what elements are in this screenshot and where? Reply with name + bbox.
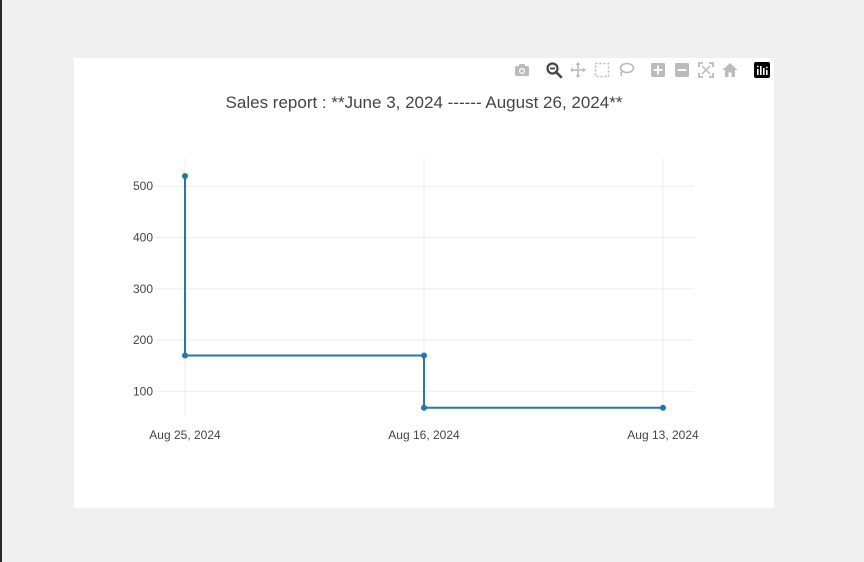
y-tick-label: 400 xyxy=(133,231,153,245)
data-point xyxy=(182,172,188,179)
chart[interactable]: Sales report : **June 3, 2024 ------ Aug… xyxy=(74,58,774,508)
data-point xyxy=(421,352,427,359)
modebar xyxy=(494,61,774,79)
camera-icon[interactable] xyxy=(513,61,531,79)
x-tick-label: Aug 16, 2024 xyxy=(388,428,460,442)
reset-axes-icon[interactable] xyxy=(721,61,739,79)
x-tick-label: Aug 13, 2024 xyxy=(627,428,699,442)
pan-icon[interactable] xyxy=(569,61,587,79)
data-point xyxy=(660,404,666,411)
plot-container: Sales report : **June 3, 2024 ------ Aug… xyxy=(74,58,774,508)
chart-title: Sales report : **June 3, 2024 ------ Aug… xyxy=(226,93,623,112)
plotly-logo-icon[interactable] xyxy=(753,61,771,79)
lasso-select-icon[interactable] xyxy=(617,61,635,79)
data-point xyxy=(182,352,188,359)
y-axis: 100 200 300 400 500 xyxy=(133,179,153,398)
zoom-out-icon[interactable] xyxy=(673,61,691,79)
zoom-icon[interactable] xyxy=(545,61,563,79)
y-tick-label: 100 xyxy=(133,384,153,398)
x-axis: Aug 25, 2024 Aug 16, 2024 Aug 13, 2024 xyxy=(149,428,699,442)
data-point xyxy=(421,404,427,411)
y-tick-label: 300 xyxy=(133,282,153,296)
y-tick-label: 500 xyxy=(133,179,153,193)
zoom-in-icon[interactable] xyxy=(649,61,667,79)
x-tick-label: Aug 25, 2024 xyxy=(149,428,221,442)
autoscale-icon[interactable] xyxy=(697,61,715,79)
window-edge xyxy=(0,0,2,562)
box-select-icon[interactable] xyxy=(593,61,611,79)
y-tick-label: 200 xyxy=(133,333,153,347)
